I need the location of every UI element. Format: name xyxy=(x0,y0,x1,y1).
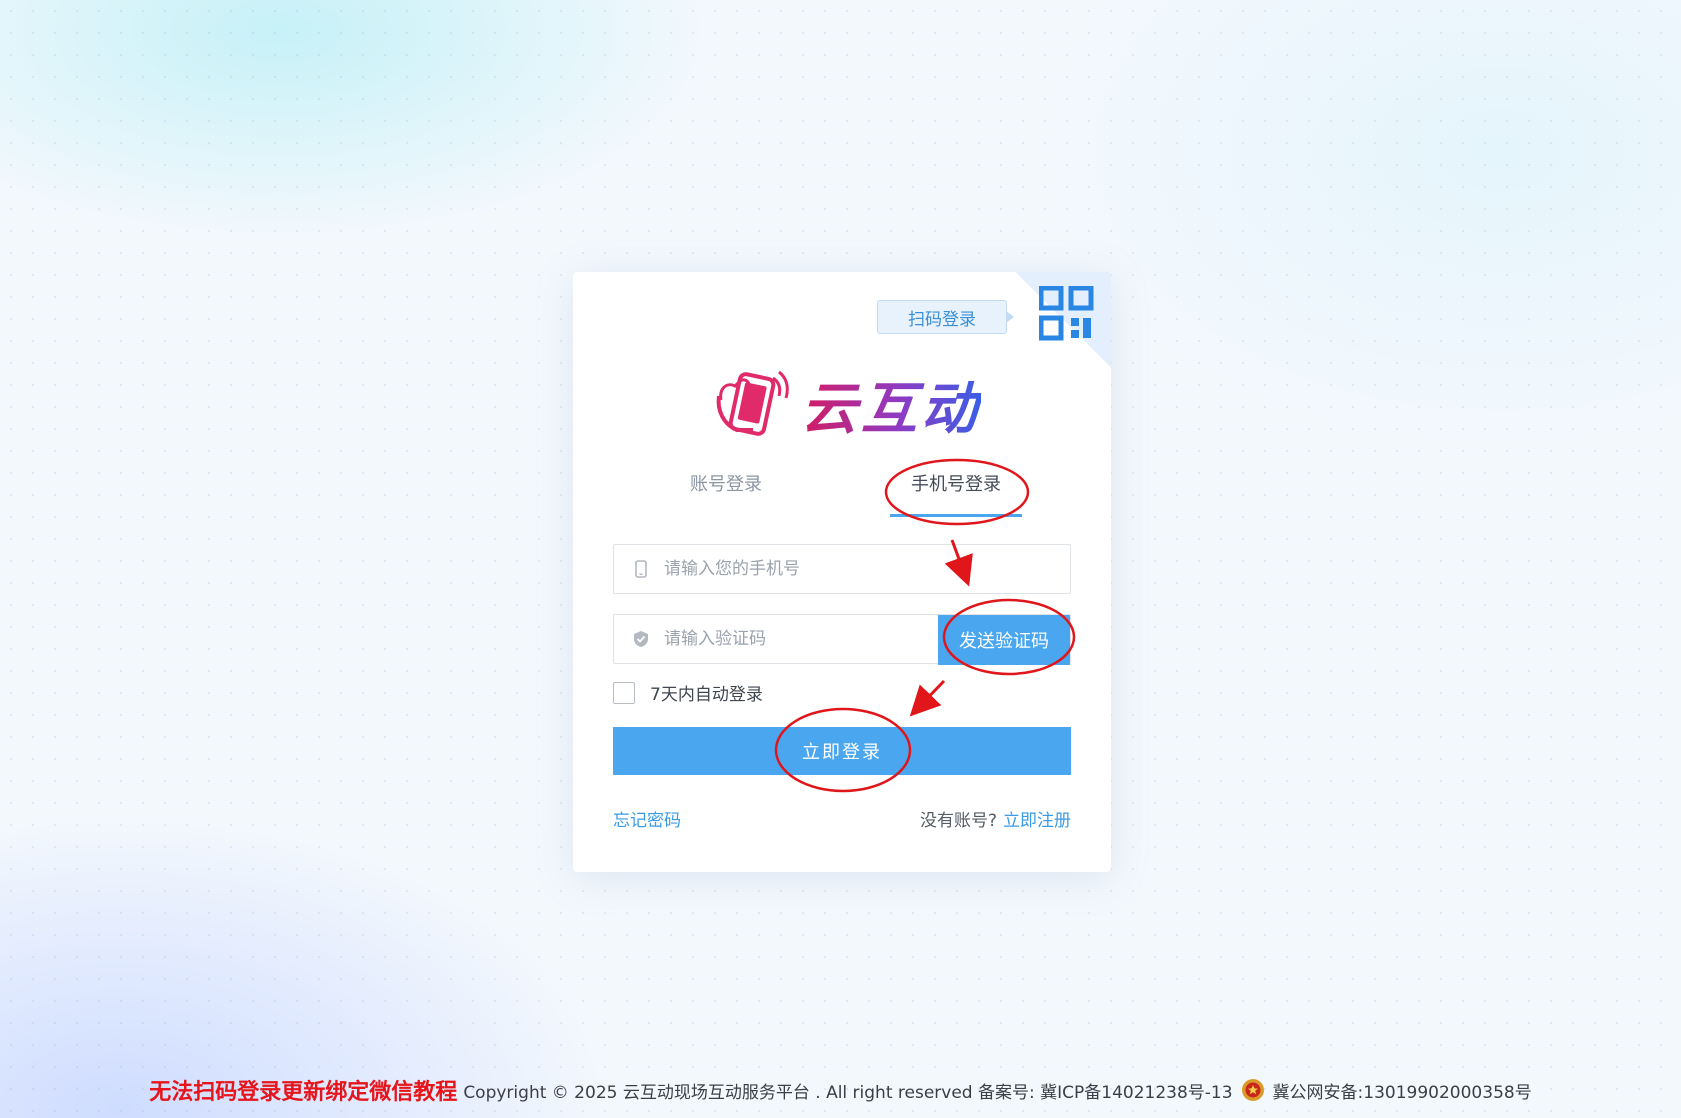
tab-account-login[interactable]: 账号登录 xyxy=(690,470,762,496)
forgot-password-link[interactable]: 忘记密码 xyxy=(613,806,681,831)
mobile-icon xyxy=(632,560,650,578)
login-card: 扫码登录 云互动 账号登录 手机号登录 发送验证码 7天内自动登录 xyxy=(573,272,1111,872)
police-record-text[interactable]: 冀公网安备:13019902000358号 xyxy=(1273,1078,1532,1103)
copyright-text[interactable]: Copyright © 2025 云互动现场互动服务平台 . All right… xyxy=(463,1078,1232,1103)
qr-login-tip-label: 扫码登录 xyxy=(908,309,976,330)
active-tab-indicator xyxy=(890,514,1022,517)
phone-field xyxy=(613,544,1071,594)
send-code-button[interactable]: 发送验证码 xyxy=(938,615,1070,665)
qr-code-icon xyxy=(1039,286,1094,341)
register-prompt: 没有账号? 立即注册 xyxy=(920,806,1071,831)
brand-logo: 云互动 xyxy=(713,364,983,444)
no-account-text: 没有账号? xyxy=(919,811,997,831)
wechat-tutorial-link[interactable]: 无法扫码登录更新绑定微信教程 xyxy=(149,1074,457,1106)
phone-input[interactable] xyxy=(664,545,1070,593)
police-badge-icon xyxy=(1241,1078,1265,1102)
qr-login-toggle[interactable] xyxy=(1016,272,1111,367)
qr-login-tip[interactable]: 扫码登录 xyxy=(877,300,1014,334)
tab-phone-login[interactable]: 手机号登录 xyxy=(911,470,1001,496)
login-button[interactable]: 立即登录 xyxy=(613,727,1071,775)
login-tabs: 账号登录 手机号登录 xyxy=(573,470,1111,518)
code-field: 发送验证码 xyxy=(613,614,1071,665)
auto-login-checkbox[interactable] xyxy=(613,681,635,704)
auto-login-label[interactable]: 7天内自动登录 xyxy=(650,680,763,705)
phone-hand-icon xyxy=(716,370,789,436)
auto-login-option: 7天内自动登录 xyxy=(613,680,763,705)
page-footer: 无法扫码登录更新绑定微信教程 Copyright © 2025 云互动现场互动服… xyxy=(0,1074,1681,1106)
brand-name: 云互动 xyxy=(801,364,981,445)
register-link[interactable]: 立即注册 xyxy=(1003,806,1071,831)
shield-check-icon xyxy=(632,630,650,648)
